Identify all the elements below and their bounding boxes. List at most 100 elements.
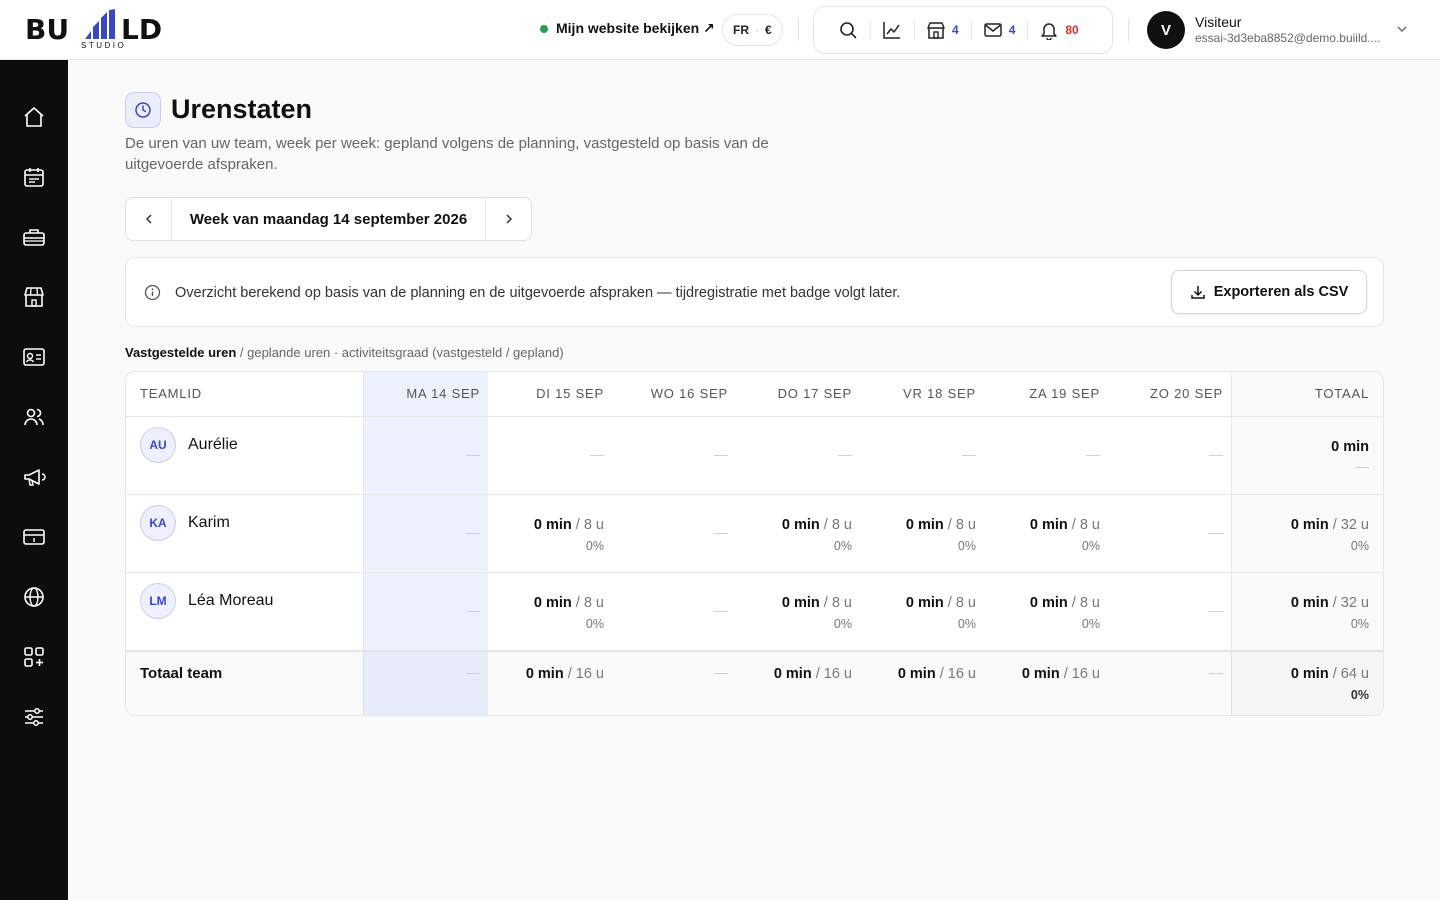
- actual-hours: 0 min: [905, 595, 944, 611]
- sidebar-item-payments[interactable]: [18, 521, 50, 553]
- actual-hours: 0 min: [781, 595, 820, 611]
- row-divider: [126, 650, 1383, 652]
- planned-hours: / 32 u: [1328, 595, 1369, 611]
- team-member[interactable]: KA Karim: [140, 505, 230, 541]
- empty-value-dash: [714, 673, 728, 674]
- svg-text:LD: LD: [121, 13, 162, 46]
- sidebar-item-calendar[interactable]: [18, 161, 50, 193]
- notifications-count-badge: 80: [1065, 23, 1079, 37]
- column-header: ZO 20 SEP: [1150, 386, 1223, 401]
- view-website-link[interactable]: Mijn website bekijken ↗: [540, 20, 715, 37]
- planned-hours: / 8 u: [819, 595, 852, 611]
- actual-hours: 0 min: [781, 517, 820, 533]
- column-header: DO 17 SEP: [777, 386, 852, 401]
- sidebar-item-services[interactable]: [18, 221, 50, 253]
- sidebar-item-marketing[interactable]: [18, 461, 50, 493]
- calendar-icon: [24, 168, 44, 187]
- hours-value: 0 min / 8 u: [484, 595, 604, 612]
- row-divider: [126, 416, 1383, 417]
- hours-cell: 0 min / 64 u 0%: [1249, 666, 1369, 702]
- shop-count-badge: 4: [952, 23, 959, 37]
- row-divider: [126, 494, 1383, 495]
- language-currency-selector[interactable]: FR · €: [722, 14, 783, 46]
- planned-hours: / 32 u: [1328, 517, 1369, 533]
- top-bar: BU LD STUDIO Mijn website bekijken ↗ FR …: [0, 0, 1440, 60]
- clock-icon: [135, 102, 151, 118]
- currency-symbol: €: [765, 23, 772, 37]
- timesheet-title-icon: [125, 92, 161, 128]
- actual-hours: 0 min: [897, 666, 936, 682]
- toolbar-actions: 4 4 80: [813, 6, 1113, 54]
- logo[interactable]: BU LD STUDIO: [25, 9, 185, 51]
- actual-hours: 0 min: [1290, 666, 1329, 682]
- previous-week-button[interactable]: [126, 198, 172, 240]
- analytics-button[interactable]: [870, 6, 914, 54]
- sidebar-item-settings[interactable]: [18, 701, 50, 733]
- empty-value-dash: [714, 455, 728, 456]
- actual-hours: 0 min: [1290, 517, 1329, 533]
- user-email: essai-3d3eba8852@demo.buiild....: [1195, 31, 1381, 45]
- planned-hours: / 8 u: [819, 517, 852, 533]
- empty-value-dash: [1086, 455, 1100, 456]
- shop-orders-button[interactable]: 4: [914, 6, 971, 54]
- hours-value: 0 min / 8 u: [484, 517, 604, 534]
- empty-value-dash: [962, 455, 976, 456]
- messages-button[interactable]: 4: [970, 6, 1028, 54]
- planned-hours: / 16 u: [935, 666, 976, 682]
- team-member[interactable]: LM Léa Moreau: [140, 583, 273, 619]
- actual-hours: 0 min: [533, 517, 572, 533]
- legend-bold: Vastgestelde uren: [125, 345, 237, 360]
- chevron-right-icon: [505, 214, 512, 224]
- logo-subtitle: STUDIO: [81, 41, 127, 50]
- hours-value: 0 min / 16 u: [980, 666, 1100, 683]
- week-label[interactable]: Week van maandag 14 september 2026: [172, 198, 485, 240]
- users-icon: [24, 408, 44, 426]
- week-navigator: Week van maandag 14 september 2026: [125, 197, 532, 241]
- column-header: MA 14 SEP: [406, 386, 480, 401]
- actual-hours: 0 min: [1029, 517, 1068, 533]
- hours-cell: 0 min / 16 u: [732, 666, 852, 683]
- next-week-button[interactable]: [485, 198, 531, 240]
- team-total-label: Totaal team: [140, 665, 223, 682]
- search-icon: [840, 22, 857, 39]
- table-legend: Vastgestelde uren / geplande uren · acti…: [125, 345, 564, 360]
- search-button[interactable]: [826, 6, 870, 54]
- home-icon: [24, 107, 44, 127]
- actual-hours: 0 min: [1021, 666, 1060, 682]
- hours-cell: 0 min / 8 u 0%: [732, 517, 852, 553]
- activity-rate: 0%: [1081, 617, 1100, 631]
- sidebar-item-team[interactable]: [18, 401, 50, 433]
- language-code: FR: [733, 23, 749, 37]
- hours-value: 0 min / 8 u: [732, 595, 852, 612]
- id-card-icon: [23, 348, 45, 366]
- chart-line-icon: [883, 22, 900, 39]
- member-name: Karim: [188, 514, 230, 531]
- column-header: WO 16 SEP: [650, 386, 728, 401]
- hours-cell: 0 min / 8 u 0%: [856, 517, 976, 553]
- hours-cell: 0 min / 16 u: [980, 666, 1100, 683]
- planned-hours: / 64 u: [1328, 666, 1369, 682]
- sidebar-item-website[interactable]: [18, 581, 50, 613]
- sidebar-item-shop[interactable]: [18, 281, 50, 313]
- team-member[interactable]: AU Aurélie: [140, 427, 238, 463]
- avatar: V: [1147, 11, 1185, 49]
- view-website-label: Mijn website bekijken ↗: [556, 20, 715, 36]
- sidebar-item-apps[interactable]: [18, 641, 50, 673]
- hours-value: 0 min / 8 u: [980, 595, 1100, 612]
- timesheet-table: TEAMLID MA 14 SEP DI 15 SEP WO 16 SEP DO 17 …: [125, 371, 1384, 716]
- divider: [798, 18, 799, 42]
- planned-hours: / 8 u: [1067, 595, 1100, 611]
- actual-hours: 0 min: [773, 666, 812, 682]
- activity-rate: 0%: [833, 617, 852, 631]
- user-menu[interactable]: V Visiteur essai-3d3eba8852@demo.buiild.…: [1147, 11, 1407, 49]
- language-separator: ·: [755, 23, 759, 37]
- notifications-button[interactable]: 80: [1027, 6, 1090, 54]
- sliders-icon: [25, 708, 43, 726]
- activity-rate: 0%: [833, 539, 852, 553]
- planned-hours: / 8 u: [943, 517, 976, 533]
- sidebar-item-home[interactable]: [18, 101, 50, 133]
- export-csv-button[interactable]: Exporteren als CSV: [1171, 270, 1367, 314]
- sidebar-item-contacts[interactable]: [18, 341, 50, 373]
- hours-value: 0 min / 64 u: [1249, 666, 1369, 683]
- megaphone-icon: [24, 469, 46, 486]
